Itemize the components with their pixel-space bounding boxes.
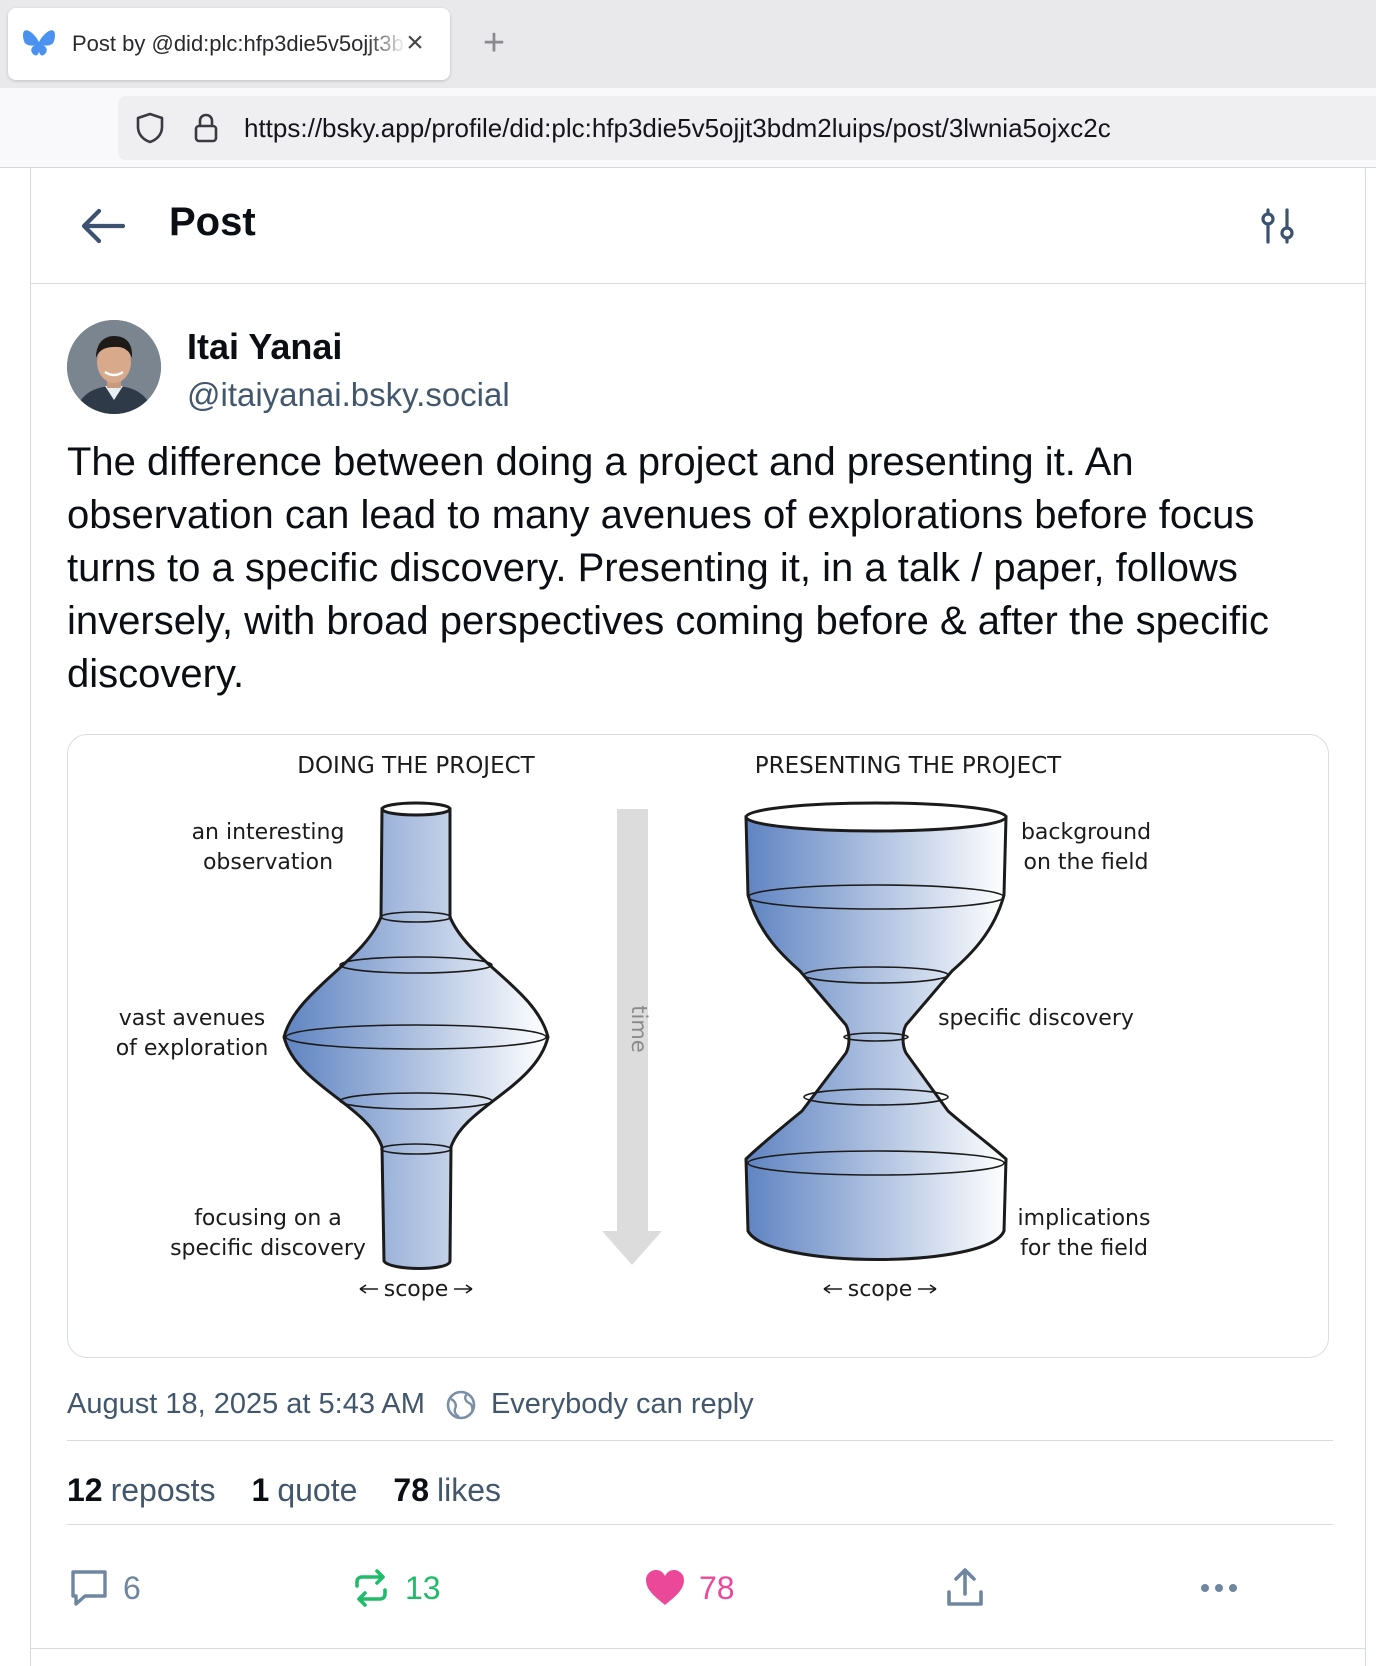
reply-button[interactable]: 6 [67,1566,141,1610]
label-vast-avenues-1: vast avenues [119,1006,266,1031]
share-button[interactable] [943,1566,999,1610]
page-title: Post [169,200,256,244]
tab-title: Post by @did:plc:hfp3die5v5ojjt3bdm2luip… [72,31,406,56]
new-tab-button[interactable]: + [474,24,514,64]
sliders-icon[interactable] [1259,206,1299,246]
label-interesting-observation-2: observation [203,850,333,875]
repost-icon [355,1569,387,1607]
reply-bubble-icon [71,1570,107,1606]
repost-button[interactable]: 13 [349,1566,441,1610]
post-timestamp[interactable]: August 18, 2025 at 5:43 AM [67,1388,425,1421]
label-vast-avenues-2: of exploration [116,1036,269,1061]
reposts-count: 12 [67,1472,103,1508]
heart-icon [646,1570,684,1605]
label-focusing-2: specific discovery [170,1236,366,1261]
likes-label: likes [437,1472,502,1508]
label-background-1: background [1021,820,1151,845]
close-tab-icon[interactable]: × [400,28,430,58]
more-options-button[interactable] [1195,1566,1255,1610]
earth-icon [446,1390,476,1419]
browser-tab-bar: Post by @did:plc:hfp3die5v5ojjt3bdm2luip… [0,0,1376,88]
author-handle[interactable]: @itaiyanai.bsky.social [187,376,510,414]
arrow-left-icon[interactable] [79,204,127,248]
quotes-count: 1 [251,1472,270,1508]
post-actions: 6 13 78 [67,1556,1333,1626]
label-focusing-1: focusing on a [194,1206,342,1231]
post-stats: 12 reposts 1 quote 78 likes [67,1472,537,1509]
left-scope-label: scope [384,1277,449,1302]
divider [67,1440,1333,1441]
label-background-2: on the field [1024,850,1149,875]
label-implications-2: for the field [1020,1236,1148,1261]
url-text[interactable]: https://bsky.app/profile/did:plc:hfp3die… [244,113,1111,144]
reposts-label: reposts [110,1472,216,1508]
share-icon [947,1568,983,1606]
divider [31,1648,1365,1649]
left-diagram-title: DOING THE PROJECT [297,753,535,779]
like-count: 78 [699,1569,735,1606]
divider [67,1524,1333,1525]
post-image[interactable]: DOING THE PROJECT PRESENTING THE PROJECT… [67,734,1329,1358]
reposts-stat[interactable]: 12 reposts [67,1472,216,1509]
post-page: Post Itai Yanai @itaiyanai.bsky.social T [30,168,1366,1666]
shield-icon[interactable] [132,110,168,146]
url-bar[interactable]: https://bsky.app/profile/did:plc:hfp3die… [118,96,1376,160]
right-diagram-title: PRESENTING THE PROJECT [755,753,1062,779]
browser-tab[interactable]: Post by @did:plc:hfp3die5v5ojjt3bdm2luip… [8,8,450,80]
reply-setting: Everybody can reply [490,1388,754,1420]
likes-stat[interactable]: 78 likes [393,1472,501,1509]
bluesky-butterfly-icon [23,30,55,56]
presenting-project-hourglass [744,801,1008,1261]
likes-count: 78 [393,1472,429,1508]
reply-count: 6 [123,1569,141,1606]
right-scope-label: scope [848,1277,913,1302]
post-meta: August 18, 2025 at 5:43 AM Everybody can… [67,1388,1333,1421]
avatar-photo [67,320,161,414]
label-specific-discovery: specific discovery [938,1006,1134,1031]
author-name[interactable]: Itai Yanai [187,326,342,368]
label-interesting-observation-1: an interesting [192,820,345,845]
label-implications-1: implications [1018,1206,1151,1231]
quotes-label: quote [277,1472,358,1508]
repost-count: 13 [405,1569,441,1606]
browser-navigation-bar: https://bsky.app/profile/did:plc:hfp3die… [0,88,1376,168]
post-text: The difference between doing a project a… [67,440,1270,696]
time-label: time [627,1005,651,1052]
lock-icon[interactable] [188,110,224,146]
quotes-stat[interactable]: 1 quote [252,1472,358,1509]
post-header: Post [31,168,1365,284]
avatar[interactable] [67,320,161,414]
ellipsis-icon [1201,1584,1237,1592]
like-button[interactable]: 78 [643,1566,735,1610]
project-diagram: DOING THE PROJECT PRESENTING THE PROJECT… [116,753,1151,1302]
